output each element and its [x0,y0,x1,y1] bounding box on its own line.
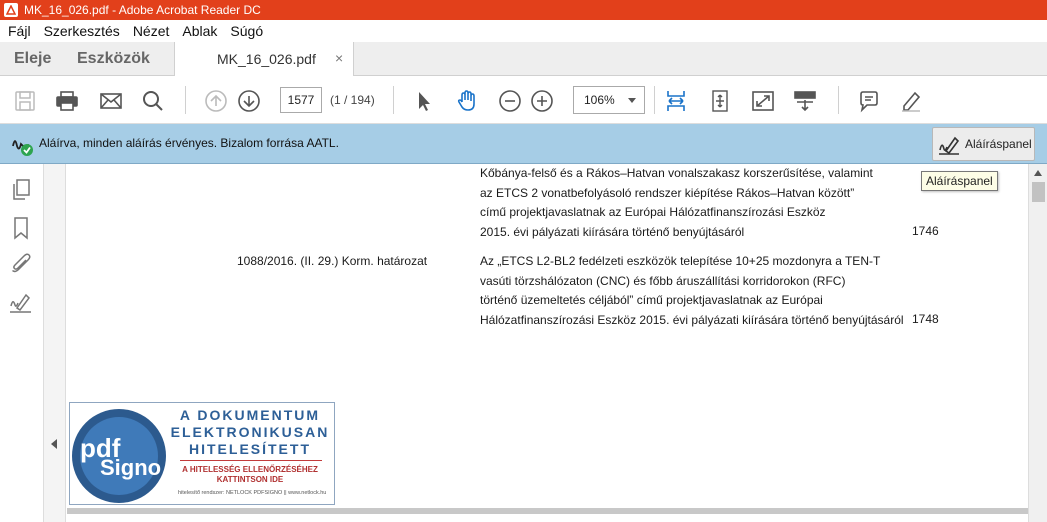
stamp-divider [180,460,322,461]
prev-page-icon[interactable] [203,88,229,114]
stamp-footer: hitelesítő rendszer: NETLOCK PDFSIGNO ||… [178,490,327,496]
tab-tools[interactable]: Eszközök [77,50,150,68]
select-cursor-icon[interactable] [411,88,437,114]
toolbar-separator [185,86,186,114]
signature-status-text: Aláírva, minden aláírás érvényes. Bizalo… [39,136,339,150]
toc-entry-line: című projektjavaslatnak az Európai Hálóz… [480,205,826,219]
toc-entry-line: Hálózatfinanszírozási Eszköz 2015. évi p… [480,312,904,327]
document-tab-title: MK_16_026.pdf [217,51,316,67]
toolbar-separator [654,86,655,114]
stamp-sub-line: A HITELESSÉG ELLENŐRZÉSÉHEZ [182,465,318,474]
highlight-icon[interactable] [898,88,924,114]
menu-window[interactable]: Ablak [182,23,217,39]
toc-entry-line: vasúti törzshálózaton (CNC) és főbb árus… [480,273,846,288]
page-count: (1 / 194) [330,93,375,107]
zoom-out-icon[interactable] [497,88,523,114]
search-icon[interactable] [140,88,166,114]
zoom-select[interactable]: 106% [573,86,645,114]
toc-entry-line: az ETCS 2 vonatbefolyásoló rendszer kiép… [480,185,855,200]
menu-help[interactable]: Súgó [230,23,263,39]
signature-panel-tooltip: Aláíráspanel [921,171,998,191]
title-bar: MK_16_026.pdf - Adobe Acrobat Reader DC [0,0,1047,20]
chevron-down-icon [628,98,636,103]
pdfsigno-verification-stamp[interactable]: pdf Signo A DOKUMENTUM ELEKTRONIKUSAN HI… [69,402,335,505]
toolbar-separator [393,86,394,114]
full-screen-icon[interactable] [750,88,776,114]
toc-entry-line: 2015. évi pályázati kiírására történő be… [480,224,745,239]
signature-panel-label: Aláíráspanel [965,137,1032,151]
tab-bar: Eleje Eszközök MK_16_026.pdf × [0,42,1047,77]
toc-entry-line: Kőbánya-felső és a Rákos–Hatvan vonalsza… [480,166,873,180]
toc-entry-line: történő üzemeltetés céljából” című proje… [480,293,823,307]
toc-entry-2-decree: 1088/2016. (II. 29.) Korm. határozat [237,254,428,268]
zoom-in-icon[interactable] [529,88,555,114]
menu-bar: Fájl Szerkesztés Nézet Ablak Súgó [0,20,1047,42]
toolbar-separator [838,86,839,114]
page-gap [67,514,1028,522]
signature-bar: Aláírva, minden aláírás érvényes. Bizalo… [0,124,1047,164]
next-page-icon[interactable] [236,88,262,114]
fit-width-icon[interactable] [663,88,689,114]
toc-entry-line: Az „ETCS L2-BL2 fedélzeti eszközök telep… [480,254,881,268]
acrobat-app-icon [4,3,18,17]
menu-file[interactable]: Fájl [8,23,31,39]
signature-panel-button[interactable]: Aláíráspanel [932,127,1035,161]
email-icon[interactable] [98,88,124,114]
window-title: MK_16_026.pdf - Adobe Acrobat Reader DC [24,3,261,17]
toc-entry-2: Az „ETCS L2-BL2 fedélzeti eszközök telep… [480,252,904,330]
save-icon[interactable] [12,88,38,114]
scrollbar-thumb[interactable] [1032,182,1045,202]
scroll-up-icon[interactable] [1034,170,1042,176]
toc-entry-1-page: 1746 [912,224,939,238]
signature-valid-icon [12,140,33,156]
fit-page-icon[interactable] [707,88,733,114]
toc-entry-1: Kőbánya-felső és a Rákos–Hatvan vonalsza… [480,164,873,242]
tab-home[interactable]: Eleje [14,50,51,68]
print-icon[interactable] [54,88,80,114]
zoom-value: 106% [584,93,615,107]
menu-edit[interactable]: Szerkesztés [44,23,120,39]
scroll-mode-icon[interactable] [792,88,818,114]
tab-document[interactable]: MK_16_026.pdf × [174,42,354,77]
stamp-sub-line: KATTINTSON IDE [216,475,284,484]
stamp-heading-line: A DOKUMENTUM [179,407,321,423]
page-number-input[interactable]: 1577 [280,87,322,113]
toc-entry-2-page: 1748 [912,312,939,326]
thumbnails-icon[interactable] [9,178,35,204]
signature-pen-icon [939,136,960,155]
stamp-heading-line: ELEKTRONIKUSAN [170,424,330,440]
menu-view[interactable]: Nézet [133,23,170,39]
bookmark-icon[interactable] [9,216,35,242]
comment-icon[interactable] [856,88,882,114]
chevron-left-icon [51,439,57,449]
collapse-panel-handle[interactable] [44,164,66,522]
hand-tool-icon[interactable] [454,88,480,114]
pdfsigno-logo: pdf Signo [72,409,166,503]
attachment-icon[interactable] [9,252,35,278]
pdfsigno-logo-signo: Signo [100,455,162,480]
toolbar: 106% [0,76,1047,124]
signature-icon[interactable] [9,290,35,316]
vertical-scrollbar[interactable] [1028,164,1047,522]
stamp-heading-line: HITELESÍTETT [189,441,311,457]
left-navigation-rail [0,164,44,522]
close-tab-icon[interactable]: × [335,50,343,66]
